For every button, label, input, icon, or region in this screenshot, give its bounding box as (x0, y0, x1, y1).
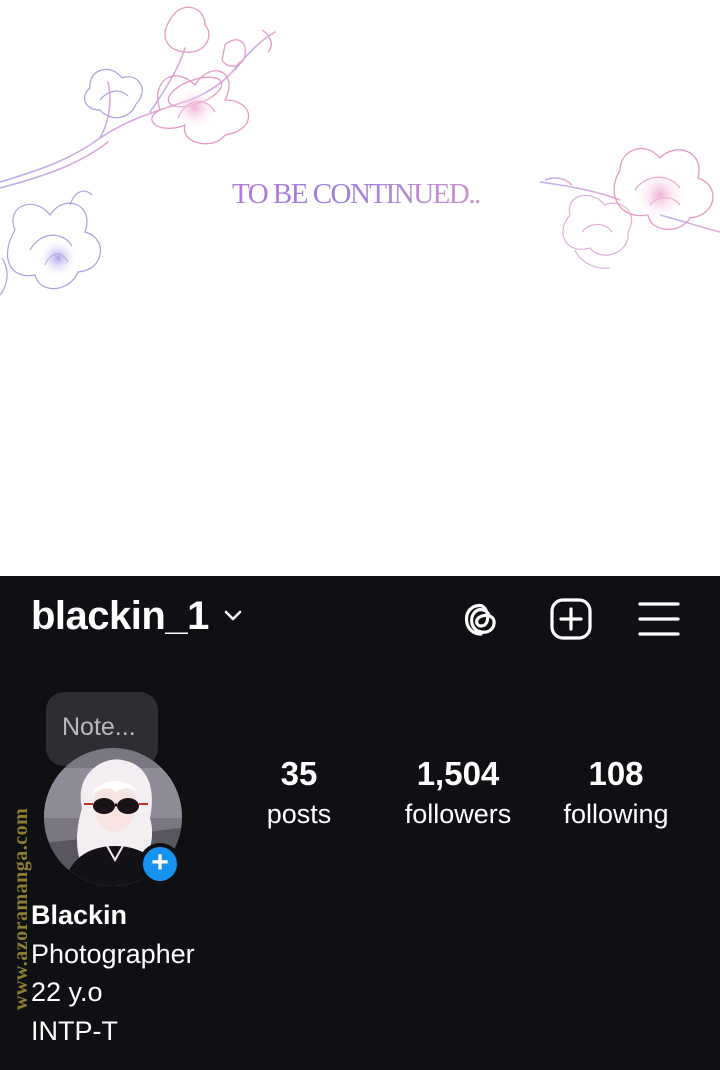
magnolia-illustration (0, 6, 720, 296)
display-name: Blackin (31, 900, 128, 930)
to-be-continued-caption: TO BE CONTINUED.. (232, 178, 481, 210)
posts-label: posts (266, 799, 332, 829)
username-switcher[interactable]: blackin_1 (31, 594, 243, 639)
bio-line: INTP-T (31, 1015, 118, 1046)
add-story-button[interactable]: + (139, 843, 181, 885)
followers-label: followers (404, 799, 512, 829)
profile-bio: Blackin Photographer 22 y.o INTP-T (31, 896, 195, 1050)
site-watermark: www.azoramanga.com (10, 807, 32, 1010)
following-stat[interactable]: 108 following (552, 754, 680, 834)
following-count: 108 (588, 755, 644, 792)
following-label: following (563, 799, 669, 829)
bio-line: Photographer (31, 938, 195, 969)
followers-stat[interactable]: 1,504 followers (392, 754, 524, 834)
profile-screen: blackin_1 Note... + 35 posts 1,504 follo… (0, 576, 720, 1070)
new-post-icon[interactable] (548, 596, 594, 642)
posts-stat[interactable]: 35 posts (248, 754, 350, 834)
chevron-down-icon (223, 609, 243, 628)
threads-icon[interactable] (458, 596, 504, 642)
plus-icon: + (143, 847, 177, 881)
posts-count: 35 (280, 755, 318, 792)
profile-username: blackin_1 (31, 594, 209, 638)
followers-count: 1,504 (416, 755, 500, 792)
menu-icon[interactable] (636, 596, 682, 642)
bio-line: 22 y.o (31, 977, 103, 1007)
comic-panel: TO BE CONTINUED.. (0, 0, 720, 576)
